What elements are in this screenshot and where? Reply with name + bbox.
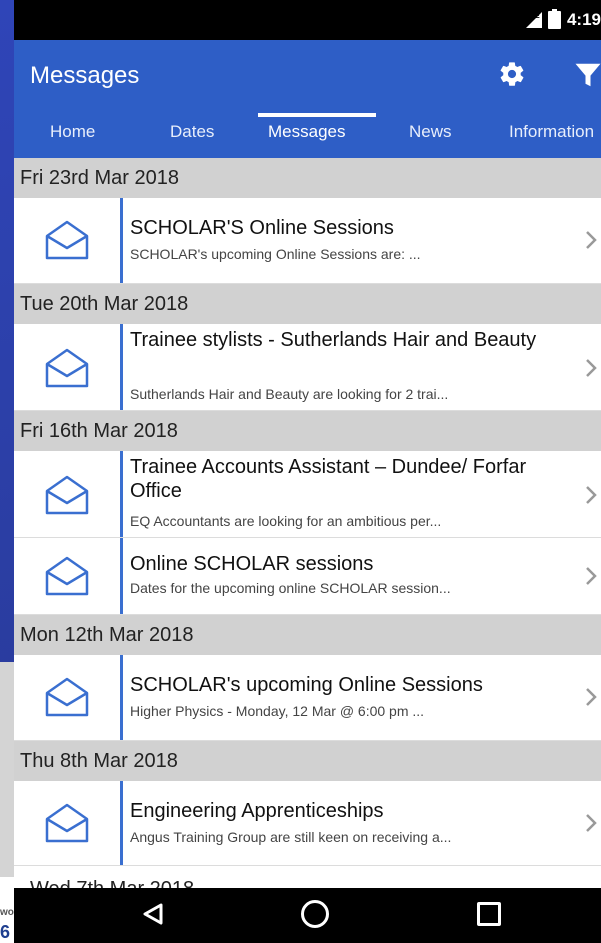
message-preview: Dates for the upcoming online SCHOLAR se… [130,580,451,596]
chevron-right-icon [586,359,597,377]
message-title: Engineering Apprenticeships [130,800,384,822]
message-icon-column [14,451,123,537]
chevron-right-icon [586,231,597,249]
background-panel [0,662,14,877]
chevron-right-icon [586,814,597,832]
back-icon[interactable] [142,902,164,926]
message-title: Trainee stylists - Sutherlands Hair and … [130,329,537,351]
message-icon-column [14,781,123,865]
partial-date-header: Wed 7th Mar 2018 [14,872,601,888]
message-preview: Sutherlands Hair and Beauty are looking … [130,386,449,402]
message-title: SCHOLAR'S Online Sessions [130,217,394,239]
status-time: 4:19 [566,10,601,29]
message-preview: Higher Physics - Monday, 12 Mar @ 6:00 p… [130,703,425,719]
envelope-open-icon [45,220,89,260]
message-list: Fri 23rd Mar 2018 SCHOLAR'S Online Sessi… [14,158,601,866]
message-icon-column [14,655,123,740]
envelope-open-icon [45,556,89,596]
message-preview: SCHOLAR's upcoming Online Sessions are: … [130,246,421,262]
date-header: Tue 20th Mar 2018 [14,284,601,324]
chevron-right-icon [586,486,597,504]
app-bar: Messages Home Dates Messages News Inform… [14,40,601,158]
message-title: Online SCHOLAR sessions [130,553,374,575]
date-header: Mon 12th Mar 2018 [14,615,601,655]
message-title: Trainee Accounts Assistant – Dundee/ For… [130,456,527,502]
message-preview: Angus Training Group are still keen on r… [130,829,452,845]
home-icon[interactable] [301,900,329,928]
envelope-open-icon [45,677,89,717]
tab-dates[interactable]: Dates [170,122,214,142]
background-text-b: 6 [0,922,11,942]
filter-icon[interactable] [572,60,601,90]
gear-icon[interactable] [498,60,526,88]
envelope-open-icon [45,803,89,843]
tab-news[interactable]: News [409,122,452,142]
date-header: Thu 8th Mar 2018 [14,741,601,781]
message-icon-column [14,538,123,614]
tab-messages[interactable]: Messages [268,122,345,142]
message-row[interactable]: Trainee stylists - Sutherlands Hair and … [14,324,601,411]
partial-date-text: Wed 7th Mar 2018 [30,878,194,888]
signal-icon: LTE [525,12,542,28]
message-row[interactable]: SCHOLAR's upcoming Online Sessions Highe… [14,655,601,741]
background-text-a: wo [0,907,14,918]
message-icon-column [14,324,123,410]
page-title: Messages [30,62,140,89]
recent-apps-icon[interactable] [477,902,501,926]
envelope-open-icon [45,348,89,388]
phone-screen: LTE 4:19 Messages Home Dates Messages Ne… [14,0,601,943]
status-bar: LTE 4:19 [14,0,601,40]
message-row[interactable]: Engineering Apprenticeships Angus Traini… [14,781,601,866]
tab-home[interactable]: Home [50,122,95,142]
message-preview: EQ Accountants are looking for an ambiti… [130,513,442,529]
system-nav-bar [14,888,601,943]
message-row[interactable]: Online SCHOLAR sessions Dates for the up… [14,538,601,615]
active-tab-indicator [258,113,376,117]
envelope-open-icon [45,475,89,515]
message-row[interactable]: SCHOLAR'S Online Sessions SCHOLAR's upco… [14,198,601,284]
date-header: Fri 16th Mar 2018 [14,411,601,451]
message-row[interactable]: Trainee Accounts Assistant – Dundee/ For… [14,451,601,538]
tab-bar: Home Dates Messages News Information [14,120,601,158]
chevron-right-icon [586,688,597,706]
battery-icon [547,9,561,29]
status-icons: LTE 4:19 [525,9,601,30]
tab-information[interactable]: Information [509,122,594,142]
message-title: SCHOLAR's upcoming Online Sessions [130,674,483,696]
date-header: Fri 23rd Mar 2018 [14,158,601,198]
message-icon-column [14,198,123,283]
chevron-right-icon [586,567,597,585]
